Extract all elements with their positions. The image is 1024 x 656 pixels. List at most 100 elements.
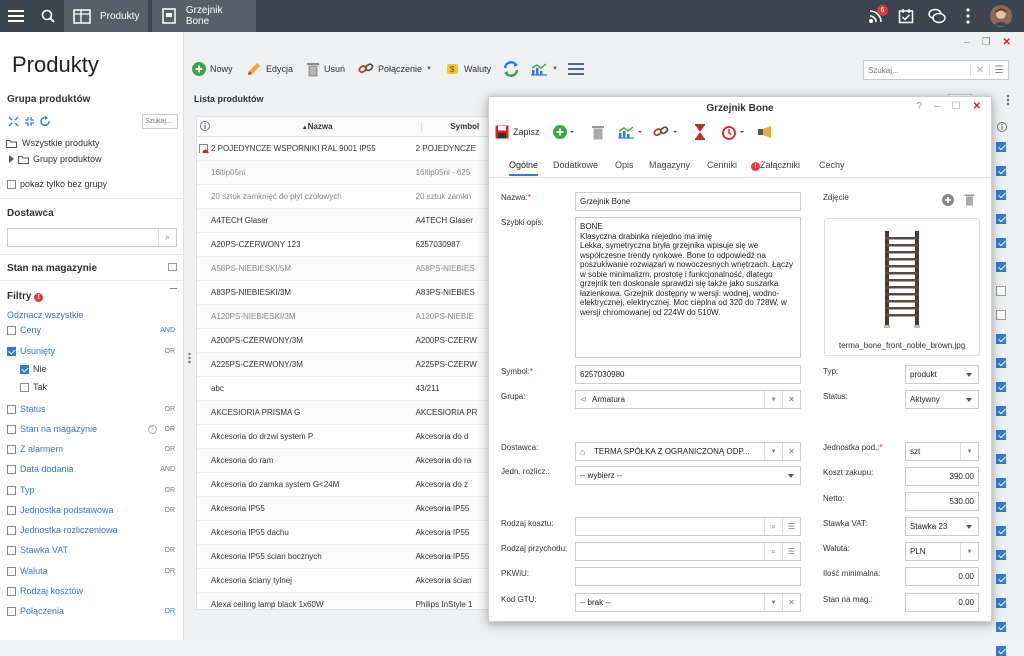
alarm-icon[interactable] bbox=[721, 124, 747, 140]
collapse-filters-icon[interactable] bbox=[170, 288, 177, 289]
supplier-search-input[interactable]: ⌕ bbox=[7, 228, 177, 247]
menu-icon[interactable] bbox=[568, 58, 584, 80]
filter-z-alarmem[interactable]: Z alarmem OR bbox=[7, 442, 175, 456]
row-checkbox[interactable] bbox=[996, 310, 1006, 320]
photo-box[interactable]: terma_bone_front_noble_brown.jpg bbox=[824, 218, 980, 356]
group-search-input[interactable] bbox=[142, 114, 178, 129]
table-row[interactable]: Akcesoria do drzwi system P Akcesoria do … bbox=[197, 425, 495, 449]
column-symbol[interactable]: Symbol bbox=[421, 122, 495, 131]
table-row[interactable]: AKCESIORIA PRISMA G AKCESIORIA PR bbox=[197, 401, 495, 425]
tree-all-products[interactable]: Wszystkie produkty bbox=[6, 136, 175, 150]
announce-icon[interactable] bbox=[757, 125, 775, 139]
new-button[interactable]: Nowy bbox=[192, 58, 233, 80]
table-row[interactable]: 16itip05ni 16itip05ni - 625 bbox=[197, 161, 495, 185]
stock-field[interactable]: 0.00 bbox=[905, 593, 979, 612]
filter-rodzaj-kosztow[interactable]: Rodzaj kosztów bbox=[7, 584, 175, 598]
table-row[interactable]: Akcesoria do zamka system G<24M Akcesoria… bbox=[197, 473, 495, 497]
add-photo-icon[interactable] bbox=[942, 194, 954, 206]
menu-icon[interactable] bbox=[4, 0, 28, 32]
close-icon[interactable]: ✕ bbox=[973, 101, 981, 112]
min-qty-field[interactable]: 0.00 bbox=[905, 567, 979, 586]
table-row[interactable]: A58PS-NIEBIESKI/5M A58PS-NIEBIES bbox=[197, 257, 495, 281]
tab-cechy[interactable]: Cechy bbox=[819, 160, 845, 170]
tab-zalaczniki[interactable]: ! Załączniki bbox=[751, 160, 800, 171]
name-field[interactable]: Grzejnik Bone bbox=[575, 192, 801, 211]
filter-status[interactable]: Status OR bbox=[7, 402, 175, 416]
table-row[interactable]: A225PS-CZERWONY/3M A225PS-CZERW bbox=[197, 353, 495, 377]
currency-select[interactable]: PLN ▼ bbox=[905, 542, 979, 561]
column-name[interactable]: ▲Nazwa bbox=[213, 122, 421, 131]
filter-jednostka-podstawowa[interactable]: Jednostka podstawowa OR bbox=[7, 503, 175, 517]
list-search-input[interactable] bbox=[864, 61, 970, 79]
status-select[interactable]: Aktywny bbox=[905, 390, 979, 409]
filter-usuniety[interactable]: Usunięty OR bbox=[7, 344, 175, 358]
tab-ogolne[interactable]: Ogólne bbox=[509, 160, 539, 176]
trash-icon[interactable] bbox=[964, 193, 975, 206]
supplier-field[interactable]: ⌂ TERMA SPÓŁKA Z OGRANICZONĄ ODP... ▼ ✕ bbox=[575, 442, 801, 461]
trash-icon[interactable] bbox=[591, 124, 605, 140]
sidebar-resize-handle[interactable] bbox=[188, 352, 191, 367]
add-icon[interactable] bbox=[553, 125, 577, 139]
table-row[interactable]: A20PS-CZERWONY 123 6257030987 bbox=[197, 233, 495, 257]
row-checkbox[interactable] bbox=[996, 382, 1006, 392]
row-checkbox[interactable] bbox=[996, 286, 1006, 296]
caret-right-icon[interactable] bbox=[8, 155, 15, 163]
gtu-field[interactable]: -- brak -- ▼ ✕ bbox=[575, 593, 801, 612]
table-row[interactable]: Akcesoria do ram Akcesoria do ra bbox=[197, 449, 495, 473]
filter-polaczenia[interactable]: Połączenia OR bbox=[7, 604, 175, 618]
calendar-icon[interactable] bbox=[168, 262, 177, 271]
table-row[interactable]: A83PS-NIEBIESKI/3M A83PS-NIEBIES bbox=[197, 281, 495, 305]
clear-icon[interactable]: ✕ bbox=[782, 391, 800, 408]
info-icon[interactable] bbox=[997, 122, 1007, 132]
table-row[interactable]: Alexa ceiling lamp black 1x60W Philips In… bbox=[197, 593, 495, 609]
table-row[interactable]: 2 POJEDYNCZE WSPORNIKI RAL 9001 IP55 2 PO… bbox=[197, 137, 495, 161]
search-icon[interactable]: ⌕ bbox=[158, 229, 176, 246]
caret-down-icon[interactable]: ▼ bbox=[764, 391, 782, 408]
clear-icon[interactable]: ✕ bbox=[782, 594, 800, 611]
row-checkbox[interactable] bbox=[996, 358, 1006, 368]
symbol-field[interactable]: 6257030980 bbox=[575, 365, 801, 384]
avatar[interactable] bbox=[988, 0, 1014, 32]
caret-down-icon[interactable]: ▼ bbox=[764, 594, 782, 611]
list-icon[interactable]: ☰ bbox=[782, 543, 800, 560]
filter-ceny[interactable]: Ceny AND bbox=[7, 323, 175, 337]
refresh-icon[interactable] bbox=[40, 116, 51, 127]
rss-icon[interactable]: 6 bbox=[864, 0, 888, 32]
help-icon[interactable]: ? bbox=[147, 424, 157, 434]
tab-produkty[interactable]: Produkty bbox=[64, 0, 148, 32]
collapse-icon[interactable] bbox=[24, 116, 35, 127]
chart-icon[interactable] bbox=[617, 125, 645, 139]
more-vertical-icon[interactable] bbox=[958, 0, 978, 32]
row-checkbox[interactable] bbox=[996, 334, 1006, 344]
filter-typ[interactable]: Typ OR bbox=[7, 483, 175, 497]
close-icon[interactable]: ✕ bbox=[1003, 37, 1011, 48]
minimize-icon[interactable]: – bbox=[964, 37, 970, 48]
table-row[interactable]: Akcesoria ściany tylnej Akcesoria ścian bbox=[197, 569, 495, 593]
row-checkbox[interactable] bbox=[996, 166, 1006, 176]
table-row[interactable]: 20 sztuk zamknięć do płyt czołowych 20 sz… bbox=[197, 185, 495, 209]
short-desc-field[interactable]: BONE Klasyczna drabinka niejedno ma imię… bbox=[575, 217, 801, 358]
table-row[interactable]: A4TECH Glaser A4TECH Glaser bbox=[197, 209, 495, 233]
hourglass-icon[interactable] bbox=[693, 124, 707, 140]
row-checkbox[interactable] bbox=[996, 574, 1006, 584]
more-vertical-icon[interactable] bbox=[1002, 94, 1014, 106]
vat-select[interactable]: Stawka 23 bbox=[905, 517, 979, 536]
search-icon[interactable] bbox=[36, 0, 60, 32]
unit-settle-select[interactable]: -- wybierz -- bbox=[575, 466, 801, 485]
tree-product-groups[interactable]: Grupy produktów bbox=[8, 152, 175, 166]
row-checkbox[interactable] bbox=[996, 238, 1006, 248]
link-icon[interactable] bbox=[653, 125, 681, 139]
tab-magazyny[interactable]: Magazyny bbox=[649, 160, 690, 170]
filter-stawka-vat[interactable]: Stawka VAT OR bbox=[7, 543, 175, 557]
clear-icon[interactable]: ✕ bbox=[970, 64, 989, 76]
connection-button[interactable]: Połączenie ▼ bbox=[358, 58, 432, 80]
save-button[interactable]: Zapisz bbox=[495, 125, 540, 139]
tab-grzejnik-bone[interactable]: Grzejnik Bone bbox=[152, 0, 256, 32]
filter-usuniety-tak[interactable]: Tak bbox=[20, 380, 175, 394]
filter-waluta[interactable]: Waluta OR bbox=[7, 564, 175, 578]
search-icon[interactable]: ⌕ bbox=[764, 518, 782, 535]
row-checkbox[interactable] bbox=[996, 502, 1006, 512]
restore-icon[interactable]: ❐ bbox=[982, 37, 991, 48]
filter-stan-na-magazynie[interactable]: Stan na magazynie? OR bbox=[7, 422, 175, 436]
minimize-icon[interactable]: – bbox=[934, 101, 940, 112]
